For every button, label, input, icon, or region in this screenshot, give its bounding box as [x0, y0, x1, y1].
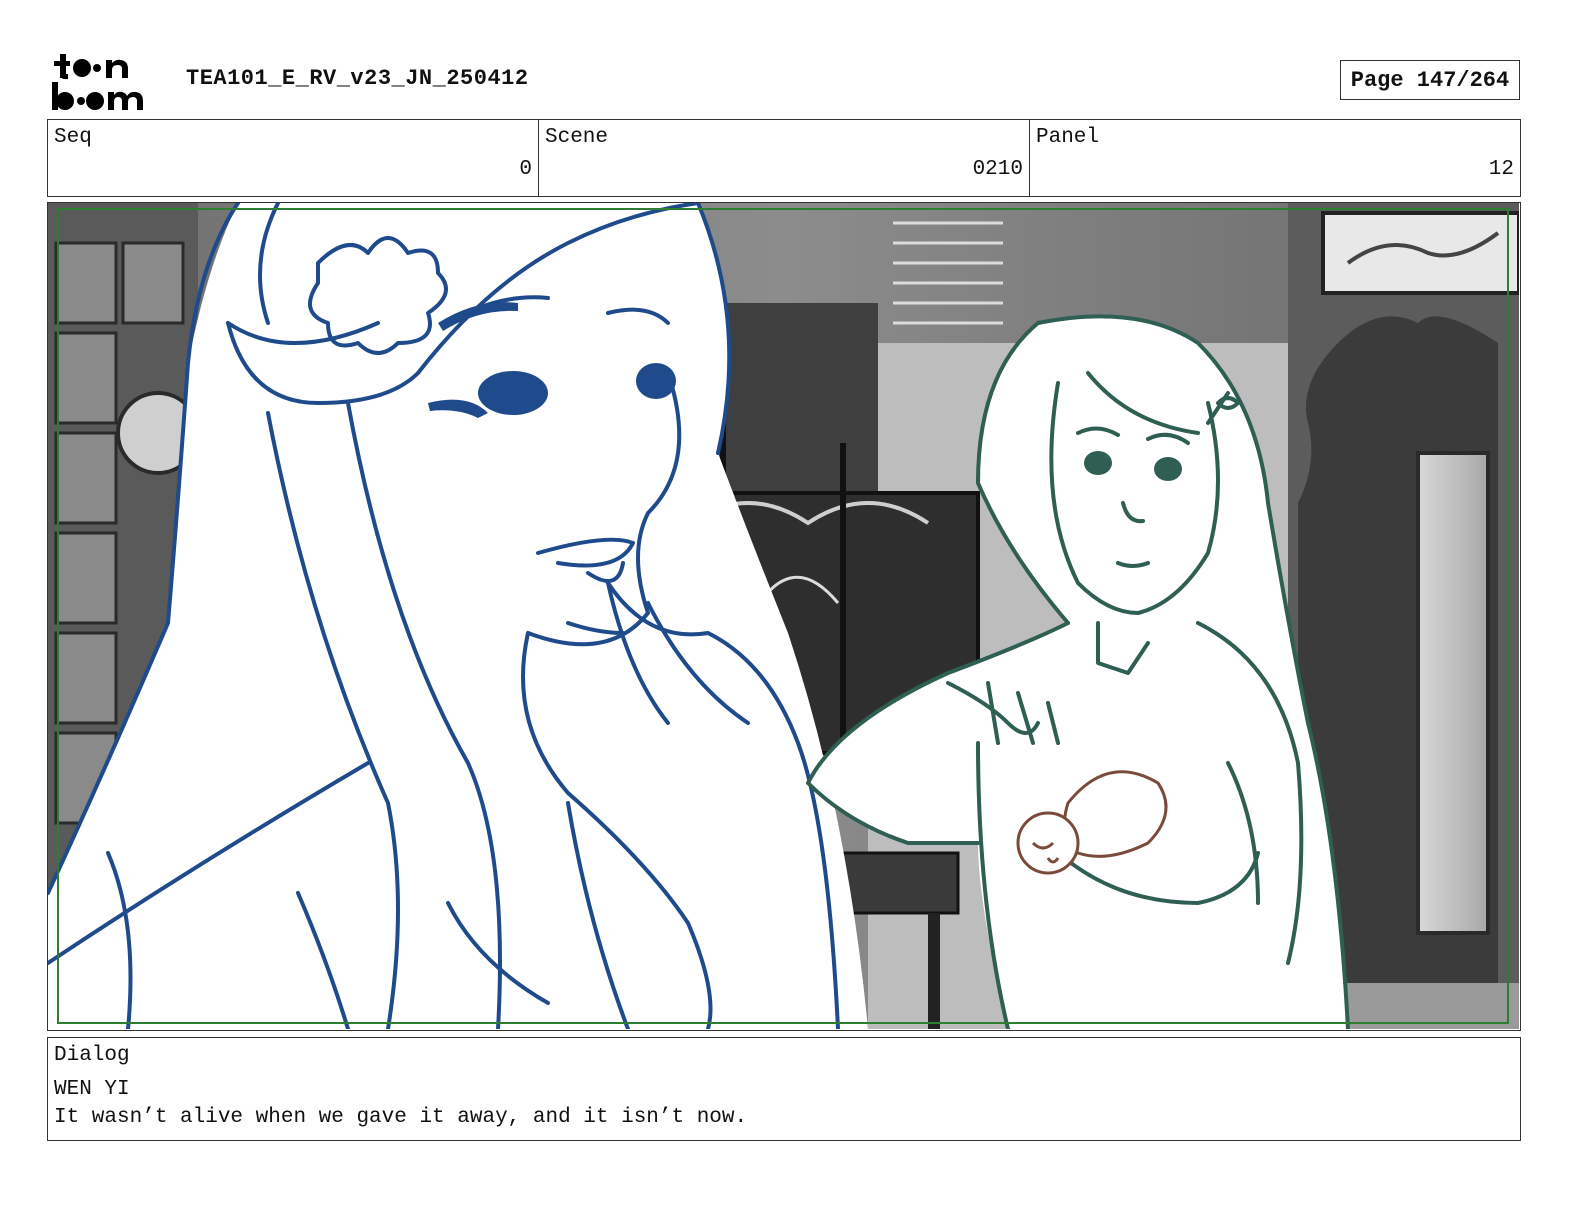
- seq-label: Seq: [54, 126, 92, 149]
- dialog-line: It wasn’t alive when we gave it away, an…: [54, 1106, 748, 1129]
- panel-value: 12: [1488, 158, 1514, 181]
- dialog-label: Dialog: [54, 1044, 130, 1067]
- seq-value: 0: [519, 158, 532, 181]
- storyboard-panel: [47, 202, 1521, 1031]
- scene-cell: Scene 0210: [539, 120, 1030, 196]
- panel-artwork: [48, 203, 1519, 1029]
- document-title: TEA101_E_RV_v23_JN_250412: [186, 66, 529, 91]
- panel-cell: Panel 12: [1030, 120, 1520, 196]
- scene-value: 0210: [972, 158, 1023, 181]
- seq-cell: Seq 0: [48, 120, 539, 196]
- info-row: Seq 0 Scene 0210 Panel 12: [47, 119, 1521, 197]
- page-indicator: Page 147/264: [1340, 60, 1520, 100]
- panel-label: Panel: [1036, 126, 1100, 149]
- dialog-box: Dialog WEN YI It wasn’t alive when we ga…: [47, 1037, 1521, 1141]
- toon-boom-logo: [50, 50, 164, 112]
- scene-label: Scene: [545, 126, 609, 149]
- dialog-speaker: WEN YI: [54, 1078, 130, 1101]
